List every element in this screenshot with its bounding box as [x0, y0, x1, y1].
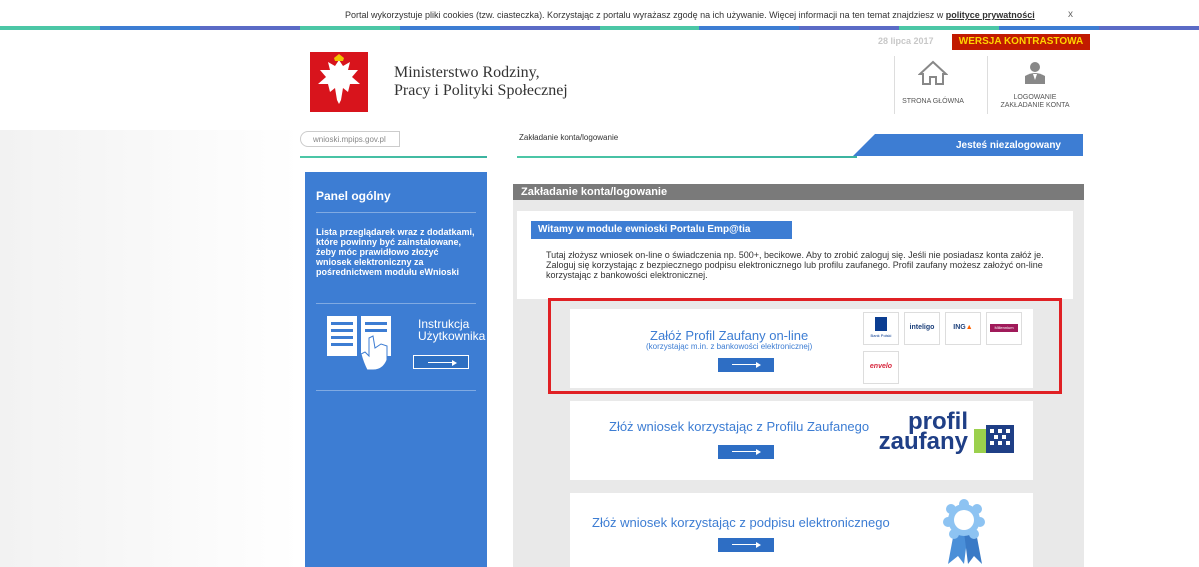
- sidebar-title: Panel ogólny: [316, 189, 391, 203]
- logo-line2: zaufany: [878, 428, 968, 455]
- nav-separator: [987, 56, 988, 114]
- divider-line: [517, 156, 857, 158]
- nav-home-label: STRONA GŁÓWNA: [902, 98, 964, 105]
- sidebar: Panel ogólny Lista przeglądarek wraz z d…: [305, 172, 487, 567]
- nav-login-label-line1: LOGOWANIE: [1013, 94, 1057, 101]
- eagle-emblem-icon: [310, 52, 368, 112]
- user-icon: [1025, 62, 1045, 84]
- trusted-profile-button[interactable]: [718, 445, 774, 459]
- ministry-name: Ministerstwo Rodziny, Pracy i Polityki S…: [394, 64, 568, 100]
- manual-book-icon: [327, 316, 391, 371]
- tab-corner: [853, 134, 875, 156]
- user-manual-line2: Użytkownika: [418, 329, 486, 343]
- breadcrumb-site[interactable]: wnioski.mpips.gov.pl: [300, 131, 400, 147]
- trusted-profile-logo: profil zaufany: [858, 410, 968, 455]
- nav-login-label: LOGOWANIE ZAKŁADANIE KONTA: [990, 94, 1080, 110]
- main-section-header: Zakładanie konta/logowanie: [513, 184, 1084, 200]
- sidebar-separator: [316, 303, 476, 304]
- ministry-name-line1: Ministerstwo Rodziny,: [394, 64, 540, 81]
- user-manual-link[interactable]: Instrukcja Użytkownika: [325, 312, 485, 382]
- certificate-badge-icon: [943, 499, 985, 564]
- cookie-bar: Portal wykorzystuje pliki cookies (tzw. …: [0, 0, 1199, 26]
- contrast-version-button[interactable]: WERSJA KONTRASTOWA: [952, 34, 1090, 50]
- sidebar-separator: [316, 212, 476, 213]
- welcome-text: Tutaj złożysz wniosek on-line o świadcze…: [546, 250, 1044, 280]
- trusted-profile-card[interactable]: Złóż wniosek korzystając z Profilu Zaufa…: [570, 401, 1033, 480]
- cookie-message: Portal wykorzystuje pliki cookies (tzw. …: [345, 10, 944, 20]
- privacy-policy-link[interactable]: polityce prywatności: [946, 10, 1035, 20]
- e-signature-card[interactable]: Złóż wniosek korzystając z podpisu elekt…: [570, 493, 1033, 567]
- user-manual-button[interactable]: [413, 355, 469, 369]
- nav-login-label-line2: ZAKŁADANIE KONTA: [1000, 102, 1070, 109]
- cookie-close-button[interactable]: x: [1068, 9, 1073, 20]
- browser-info-link[interactable]: Lista przeglądarek wraz z dodatkami, któ…: [316, 227, 476, 277]
- welcome-title: Witamy w module ewnioski Portalu Emp@tia: [531, 221, 792, 239]
- user-manual-label: Instrukcja Użytkownika: [418, 318, 485, 342]
- highlight-frame: [548, 298, 1062, 394]
- login-status-tab: Jesteś niezalogowany: [853, 134, 1083, 156]
- cookie-text: Portal wykorzystuje pliki cookies (tzw. …: [345, 10, 1035, 20]
- sidebar-separator: [316, 390, 476, 391]
- background-gradient: [0, 130, 300, 567]
- current-date: 28 lipca 2017: [878, 36, 934, 46]
- trusted-profile-logo-icon: [974, 425, 1014, 453]
- divider-line: [300, 156, 487, 158]
- home-icon: [917, 60, 949, 85]
- nav-home[interactable]: STRONA GŁÓWNA: [888, 60, 978, 105]
- login-status-label: Jesteś niezalogowany: [955, 140, 1061, 151]
- color-stripe: [0, 26, 1199, 30]
- nav-login[interactable]: LOGOWANIE ZAKŁADANIE KONTA: [990, 60, 1080, 110]
- ministry-name-line2: Pracy i Polityki Społecznej: [394, 82, 568, 99]
- breadcrumb-section: Zakładanie konta/logowanie: [519, 133, 619, 142]
- e-signature-button[interactable]: [718, 538, 774, 552]
